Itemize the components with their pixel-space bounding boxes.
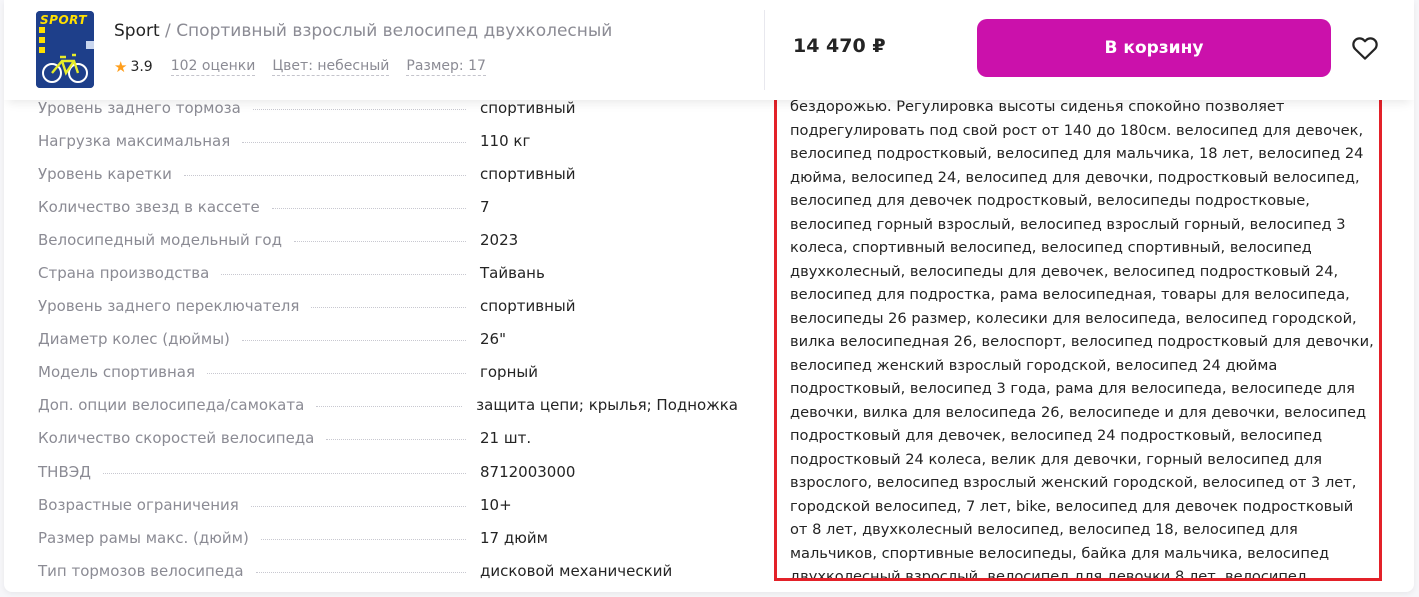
spec-value: защита цепи; крылья; Подножка [476, 396, 738, 415]
spec-value: спортивный [480, 164, 576, 183]
spec-name: Уровень заднего переключателя [38, 297, 300, 316]
spec-value: спортивный [480, 98, 576, 117]
spec-name-cell: Количество скоростей велосипеда [38, 429, 480, 447]
spec-row: Диаметр колес (дюймы) 26" [38, 323, 738, 356]
spec-value: 10+ [480, 495, 512, 514]
spec-name-cell: Велосипедный модельный год [38, 231, 480, 249]
title-separator: / [159, 21, 177, 41]
spec-row: Доп. опции велосипеда/самоката защита цеп… [38, 389, 738, 422]
spec-value: 8712003000 [480, 462, 576, 481]
spec-value: 21 шт. [480, 429, 532, 448]
product-title[interactable]: Sport / Спортивный взрослый велосипед дв… [114, 21, 612, 41]
spec-name-cell: Тип тормозов велосипеда [38, 562, 480, 580]
reviews-link[interactable]: 102 оценки [170, 58, 256, 76]
dotted-leader [241, 340, 466, 342]
spec-name: Доп. опции велосипеда/самоката [38, 396, 305, 415]
spec-row: Страна производства Тайвань [38, 256, 738, 289]
spec-value: Тайвань [480, 264, 545, 283]
spec-row: Количество скоростей велосипеда 21 шт. [38, 422, 738, 455]
product-name: Спортивный взрослый велосипед двухколесн… [176, 21, 613, 41]
spec-value: 7 [480, 197, 490, 216]
spec-name-cell: Диаметр колес (дюймы) [38, 330, 480, 348]
spec-value: 26" [480, 330, 506, 349]
size-link[interactable]: Размер: 17 [406, 58, 486, 76]
color-link[interactable]: Цвет: небесный [272, 58, 390, 76]
spec-row: Уровень каретки спортивный [38, 157, 738, 190]
spec-name: Возрастные ограничения [38, 495, 239, 514]
spec-name: Модель спортивная [38, 363, 196, 382]
specs-list: Уровень заднего тормоза спортивный Нагрузк… [38, 91, 738, 587]
dotted-leader [316, 406, 463, 408]
dotted-leader [252, 108, 466, 110]
spec-row: Нагрузка максимальная 110 кг [38, 124, 738, 157]
product-thumbnail[interactable]: SPORT [36, 11, 94, 88]
dotted-leader [207, 373, 466, 375]
product-meta: ★ 3.9 102 оценки Цвет: небесный Размер: … [114, 56, 503, 78]
spec-name-cell: Модель спортивная [38, 363, 480, 381]
spec-name: Размер рамы макс. (дюйм) [38, 528, 249, 547]
star-icon: ★ [114, 58, 128, 76]
spec-value: горный [480, 363, 538, 382]
spec-value: 110 кг [480, 131, 531, 150]
rating-value: 3.9 [130, 59, 153, 75]
spec-row: Размер рамы макс. (дюйм) 17 дюйм [38, 521, 738, 554]
dotted-leader [242, 141, 466, 143]
spec-name-cell: Размер рамы макс. (дюйм) [38, 529, 480, 547]
spec-name-cell: Нагрузка максимальная [38, 132, 480, 150]
spec-value: 17 дюйм [480, 528, 548, 547]
spec-row: Модель спортивная горный [38, 356, 738, 389]
dotted-leader [102, 472, 466, 474]
header-divider [764, 10, 765, 90]
spec-name: Велосипедный модельный год [38, 230, 282, 249]
spec-value: спортивный [480, 297, 576, 316]
dotted-leader [326, 439, 466, 441]
dotted-leader [271, 207, 466, 209]
brand-name[interactable]: Sport [114, 21, 160, 41]
spec-name: Нагрузка максимальная [38, 131, 231, 150]
dotted-leader [255, 571, 466, 573]
spec-row: Уровень заднего переключателя спортивный [38, 290, 738, 323]
spec-name: Количество звезд в кассете [38, 197, 260, 216]
spec-name-cell: Возрастные ограничения [38, 496, 480, 514]
add-to-cart-button[interactable]: В корзину [977, 19, 1331, 77]
dotted-leader [183, 174, 466, 176]
spec-row: Количество звезд в кассете 7 [38, 190, 738, 223]
spec-value: дисковой механический [480, 561, 673, 580]
sticky-product-header: SPORT Sport / Спортивный взрослый велоси… [4, 0, 1414, 100]
spec-name: ТНВЭД [38, 462, 91, 481]
spec-name-cell: Количество звезд в кассете [38, 198, 480, 216]
favorite-button[interactable] [1349, 33, 1381, 65]
price: 14 470 ₽ [793, 35, 886, 57]
spec-row: Тип тормозов велосипеда дисковой механиче… [38, 554, 738, 587]
spec-name: Уровень заднего тормоза [38, 98, 241, 117]
spec-name-cell: Уровень заднего переключателя [38, 297, 480, 315]
spec-name-cell: Доп. опции велосипеда/самоката [38, 396, 476, 414]
spec-name: Страна производства [38, 264, 210, 283]
description-highlight-box: бездорожью. Регулировка высоты сиденья с… [774, 92, 1382, 581]
thumbnail-brand-label: SPORT [40, 13, 88, 27]
dotted-leader [250, 505, 466, 507]
spec-name-cell: Страна производства [38, 264, 480, 282]
spec-name: Уровень каретки [38, 164, 172, 183]
spec-row: Возрастные ограничения 10+ [38, 488, 738, 521]
spec-name: Тип тормозов велосипеда [38, 561, 244, 580]
spec-name: Диаметр колес (дюймы) [38, 330, 230, 349]
dotted-leader [293, 240, 466, 242]
dotted-leader [221, 274, 466, 276]
spec-name-cell: Уровень заднего тормоза [38, 99, 480, 117]
spec-row: Велосипедный модельный год 2023 [38, 223, 738, 256]
spec-name: Количество скоростей велосипеда [38, 429, 315, 448]
spec-value: 2023 [480, 230, 519, 249]
description-text: бездорожью. Регулировка высоты сиденья с… [790, 98, 1374, 581]
spec-name-cell: ТНВЭД [38, 463, 480, 481]
spec-name-cell: Уровень каретки [38, 165, 480, 183]
heart-icon [1352, 37, 1378, 60]
spec-row: ТНВЭД 8712003000 [38, 455, 738, 488]
product-card: Уровень заднего тормоза спортивный Нагрузк… [4, 0, 1414, 592]
dotted-leader [260, 538, 466, 540]
dotted-leader [311, 307, 466, 309]
